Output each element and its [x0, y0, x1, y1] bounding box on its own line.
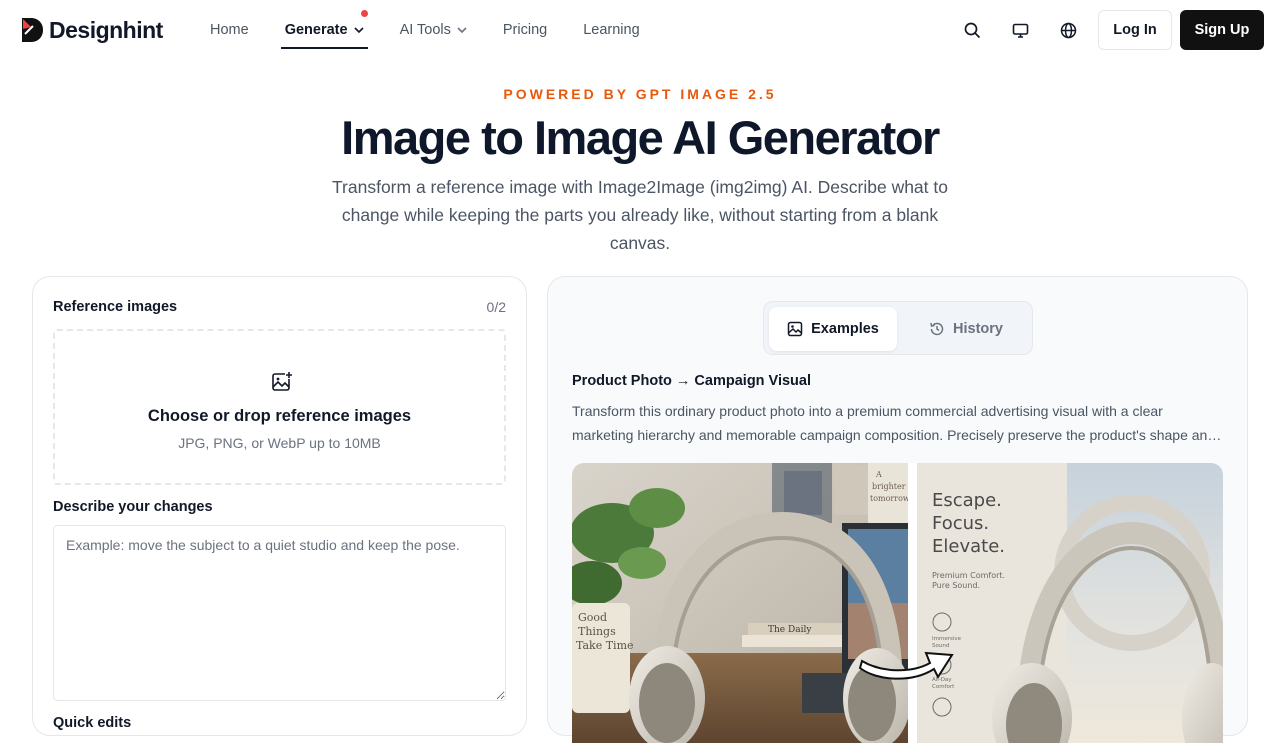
poster-headline-3: Elevate. — [932, 536, 1005, 557]
signup-button[interactable]: Sign Up — [1180, 10, 1264, 50]
hero-eyebrow: POWERED BY GPT IMAGE 2.5 — [503, 86, 777, 102]
example-preview-image[interactable]: A brighter tomorrow Good Things Take Tim… — [572, 463, 1223, 743]
tab-history-label: History — [953, 321, 1003, 337]
nav-ai-tools-label: AI Tools — [399, 22, 451, 38]
logo-text: Designhint — [49, 16, 163, 43]
nav-learning[interactable]: Learning — [583, 0, 639, 60]
note-text-2: brighter — [872, 482, 906, 491]
poster-sub-2: Pure Sound. — [932, 581, 980, 590]
notification-dot — [360, 10, 368, 17]
reference-count: 0/2 — [486, 299, 506, 315]
nav-home[interactable]: Home — [210, 0, 249, 60]
quick-edits-label: Quick edits — [53, 715, 132, 731]
generator-form: Reference images 0/2 Choose or drop refe… — [32, 276, 527, 736]
history-icon — [930, 322, 944, 336]
poster-headline-2: Focus. — [932, 513, 989, 534]
search-icon — [964, 22, 980, 38]
tab-examples-label: Examples — [811, 321, 879, 337]
image-add-icon — [272, 371, 293, 391]
image-icon — [787, 321, 803, 337]
poster-feature-2a: All-Day — [932, 677, 952, 683]
book-label: The Daily — [768, 625, 812, 635]
example-desc-line-1: Transform this ordinary product photo in… — [572, 403, 1163, 419]
mug-text-1: Good — [578, 611, 607, 624]
poster-feature-1b: Sound — [932, 643, 949, 649]
logo[interactable]: Designhint — [20, 16, 163, 44]
theme-button[interactable] — [1008, 18, 1032, 42]
note-text-1: A — [875, 470, 882, 479]
dropzone-title: Choose or drop reference images — [147, 407, 412, 425]
describe-label: Describe your changes — [53, 499, 213, 515]
examples-panel: Examples History Product Photo → Campaig… — [547, 276, 1248, 743]
examples-tabs: Examples History — [763, 301, 1033, 355]
mug-text-2: Things — [578, 625, 616, 638]
poster-headline-1: Escape. — [932, 490, 1002, 511]
mug-text-3: Take Time — [576, 639, 634, 652]
poster-sub-1: Premium Comfort. — [932, 571, 1005, 580]
nav-generate[interactable]: Generate — [280, 0, 368, 60]
search-button[interactable] — [960, 18, 984, 42]
nav-pricing-label: Pricing — [502, 22, 548, 38]
tab-history[interactable]: History — [904, 307, 1028, 351]
hero-subtitle: Transform a reference image with Image2I… — [332, 177, 948, 253]
login-button[interactable]: Log In — [1098, 10, 1172, 50]
language-button[interactable] — [1056, 18, 1080, 42]
generated-campaign-visual: Escape. Focus. Elevate. Premium Comfort.… — [917, 463, 1223, 743]
nav-pricing[interactable]: Pricing — [503, 0, 547, 60]
example-description: Transform this ordinary product photo in… — [572, 399, 1222, 447]
nav-learning-label: Learning — [583, 22, 640, 38]
main-nav: Home Generate AI Tools Pricing Learning — [210, 0, 676, 60]
chevron-down-icon — [353, 27, 364, 33]
dropzone-hint: JPG, PNG, or WebP up to 10MB — [178, 435, 381, 451]
nav-ai-tools[interactable]: AI Tools — [400, 0, 467, 60]
describe-changes-textarea[interactable] — [53, 525, 506, 701]
example-title: Product Photo → Campaign Visual — [572, 373, 812, 389]
poster-feature-1a: Immersive — [932, 636, 962, 642]
nav-generate-label: Generate — [284, 22, 348, 38]
reference-dropzone[interactable]: Choose or drop reference images JPG, PNG… — [53, 329, 506, 485]
logo-mark-icon — [22, 18, 43, 42]
monitor-icon — [1012, 23, 1028, 38]
example-desc-line-2: marketing hierarchy and memorable campai… — [572, 427, 1222, 443]
original-photo: A brighter tomorrow Good Things Take Tim… — [572, 463, 911, 743]
globe-icon — [1060, 22, 1076, 38]
tab-examples[interactable]: Examples — [769, 307, 897, 351]
chevron-down-icon — [457, 27, 467, 33]
poster-feature-2b: Comfort — [932, 684, 955, 690]
reference-images-label: Reference images — [53, 299, 178, 315]
top-header: Designhint Home Generate AI Tools Pricin… — [0, 0, 1280, 60]
note-text-3: tomorrow — [870, 494, 910, 503]
nav-home-label: Home — [210, 22, 249, 38]
page-title: Image to Image AI Generator — [341, 111, 940, 164]
